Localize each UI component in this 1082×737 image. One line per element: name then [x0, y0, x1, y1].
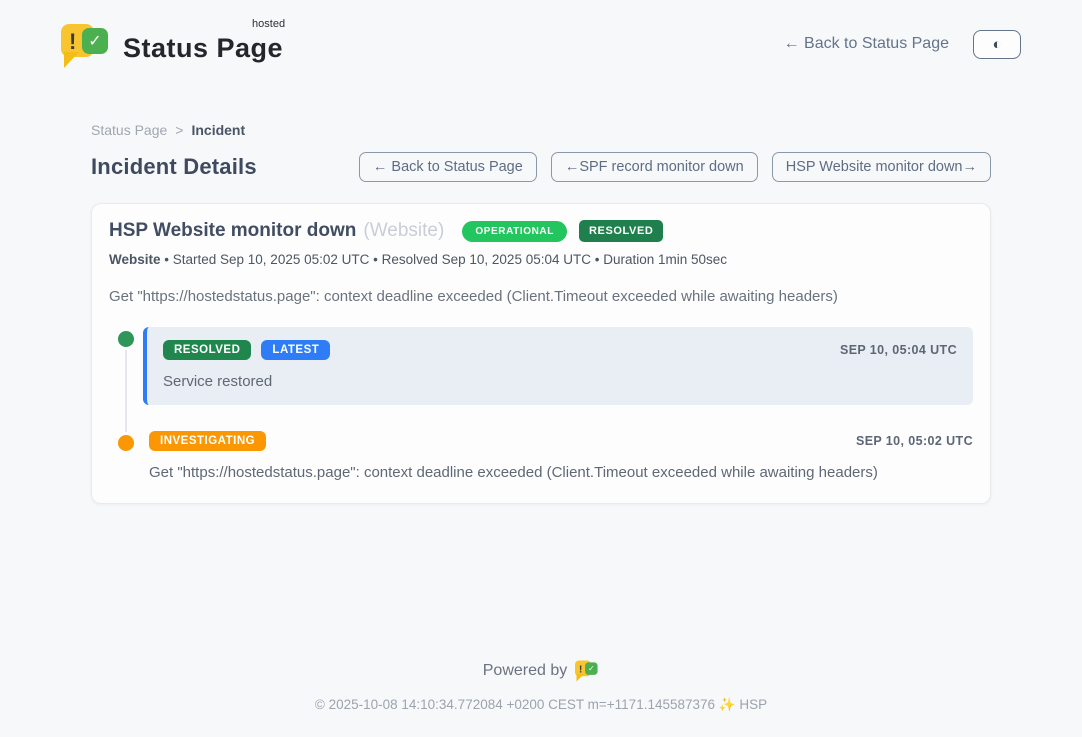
breadcrumb-separator: >: [175, 122, 183, 138]
update-message: Get "https://hostedstatus.page": context…: [149, 464, 973, 481]
top-bar: ! ✓ Status Pagehosted ← Back to Status P…: [61, 0, 1021, 74]
resolved-update-box: RESOLVED LATEST SEP 10, 05:04 UTC Servic…: [143, 327, 973, 405]
half-circle-icon: ◐: [992, 37, 1001, 52]
exclamation-icon: !: [69, 29, 76, 55]
update-timestamp: SEP 10, 05:04 UTC: [840, 343, 957, 357]
timeline-gutter: [109, 431, 143, 481]
copyright-text: © 2025-10-08 14:10:34.772084 +0200 CEST …: [315, 697, 719, 712]
meta-details: • Started Sep 10, 2025 05:02 UTC • Resol…: [161, 252, 728, 267]
breadcrumb-current: Incident: [191, 122, 245, 138]
breadcrumb: Status Page > Incident: [91, 122, 991, 138]
incident-card: HSP Website monitor down (Website) OPERA…: [91, 203, 991, 504]
timeline-entry-resolved: RESOLVED LATEST SEP 10, 05:04 UTC Servic…: [109, 327, 973, 405]
incident-meta: Website • Started Sep 10, 2025 05:02 UTC…: [109, 252, 973, 267]
statuspage-logo-icon: ! ✓: [61, 21, 111, 67]
prev-incident-button[interactable]: ←SPF record monitor down: [551, 152, 758, 182]
header-right: ← Back to Status Page ◐: [784, 30, 1021, 59]
powered-by: Powered by ! ✓: [0, 659, 1082, 683]
incident-timeline: RESOLVED LATEST SEP 10, 05:04 UTC Servic…: [109, 327, 973, 481]
statuspage-mini-logo-icon[interactable]: ! ✓: [575, 659, 599, 683]
incident-description: Get "https://hostedstatus.page": context…: [109, 288, 973, 305]
green-dot-icon: [118, 331, 134, 347]
logo-hosted-label: hosted: [252, 18, 285, 30]
update-message: Service restored: [163, 373, 957, 390]
resolved-status-badge: RESOLVED: [579, 220, 664, 242]
main-content: Status Page > Incident Incident Details …: [91, 74, 991, 659]
page-title: Incident Details: [91, 154, 257, 180]
operational-badge: OPERATIONAL: [462, 221, 567, 242]
logo-text: Status Pagehosted: [123, 21, 283, 64]
copyright-line: © 2025-10-08 14:10:34.772084 +0200 CEST …: [0, 697, 1082, 713]
timeline-gutter: [109, 327, 143, 405]
copyright-brand: HSP: [736, 697, 768, 712]
checkmark-icon: ✓: [82, 28, 108, 54]
investigating-update: INVESTIGATING SEP 10, 05:02 UTC Get "htt…: [143, 431, 973, 481]
meta-component-name: Website: [109, 252, 161, 267]
incident-nav-buttons: ← Back to Status Page ←SPF record monito…: [359, 152, 991, 182]
checkmark-icon: ✓: [585, 662, 597, 674]
exclamation-icon: !: [579, 663, 583, 675]
statuspage-logo[interactable]: ! ✓ Status Pagehosted: [61, 21, 283, 67]
update-timestamp: SEP 10, 05:02 UTC: [856, 434, 973, 448]
incident-title: HSP Website monitor down: [109, 220, 356, 242]
header-back-link[interactable]: ← Back to Status Page: [784, 35, 949, 53]
incident-component: (Website): [363, 220, 444, 242]
latest-badge: LATEST: [261, 340, 330, 360]
powered-by-label: Powered by: [483, 662, 568, 680]
breadcrumb-root[interactable]: Status Page: [91, 122, 167, 138]
investigating-badge: INVESTIGATING: [149, 431, 266, 451]
next-incident-button[interactable]: HSP Website monitor down→: [772, 152, 991, 182]
timeline-entry-investigating: INVESTIGATING SEP 10, 05:02 UTC Get "htt…: [109, 431, 973, 481]
resolved-badge: RESOLVED: [163, 340, 251, 360]
back-to-status-page-button[interactable]: ← Back to Status Page: [359, 152, 537, 182]
theme-toggle-button[interactable]: ◐: [973, 30, 1021, 59]
page-footer: Powered by ! ✓ © 2025-10-08 14:10:34.772…: [0, 659, 1082, 737]
sparkles-icon: ✨: [719, 697, 736, 712]
orange-dot-icon: [118, 435, 134, 451]
